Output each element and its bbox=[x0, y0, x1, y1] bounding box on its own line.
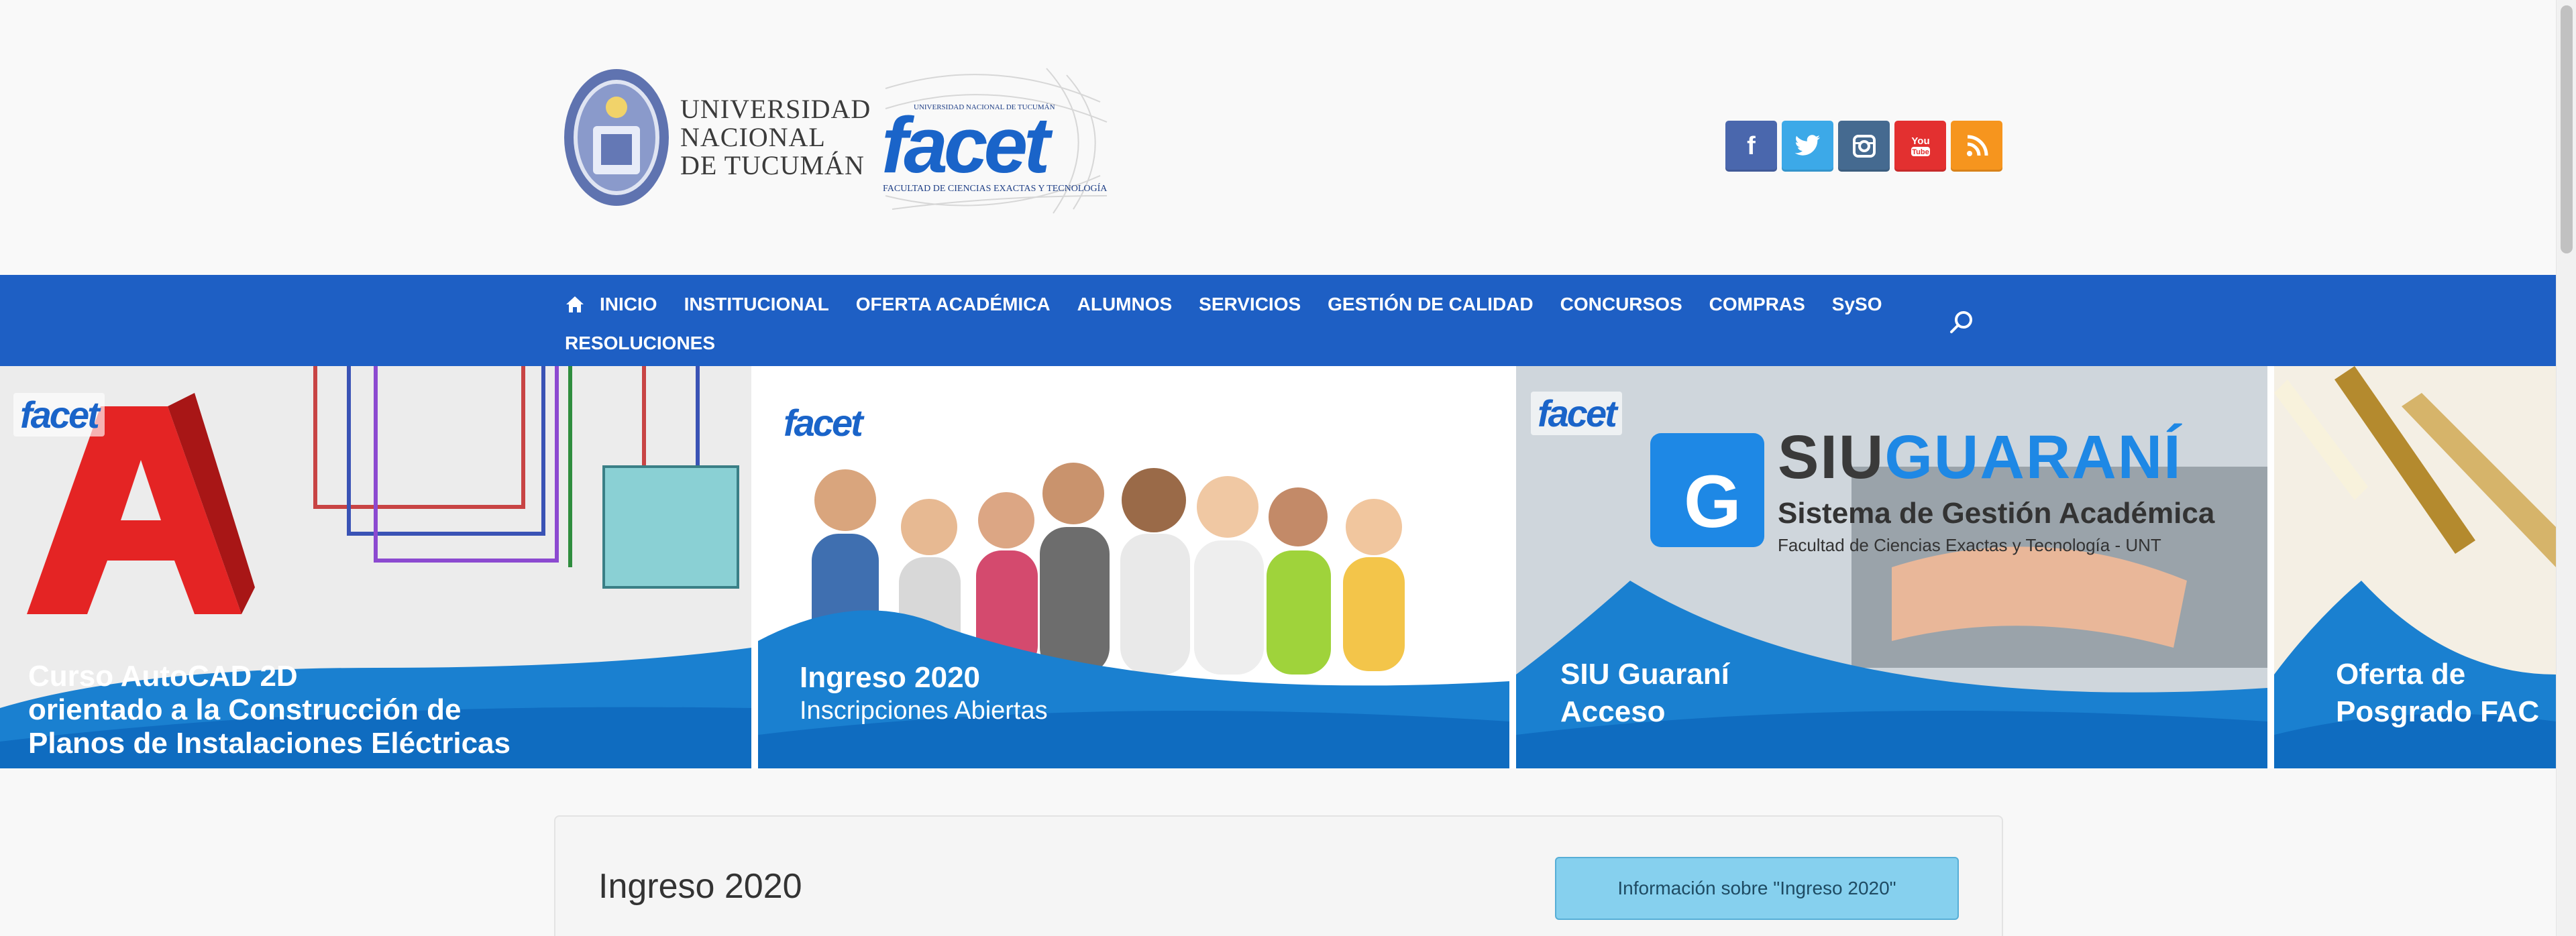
siu-brand-line: Facultad de Ciencias Exactas y Tecnologí… bbox=[1778, 535, 2161, 555]
nav-item-syso[interactable]: SySO bbox=[1832, 294, 1882, 315]
nav-item-resoluciones[interactable]: RESOLUCIONES bbox=[565, 333, 715, 354]
svg-text:G: G bbox=[1684, 461, 1741, 543]
nav-item-institucional[interactable]: INSTITUCIONAL bbox=[684, 294, 829, 315]
slide-caption: Oferta de Posgrado FAC bbox=[2336, 656, 2539, 731]
social-links: f You Tube bbox=[1725, 121, 2002, 172]
site-header: UNIVERSIDAD NACIONAL DE TUCUMÁN UNIVERSI… bbox=[0, 0, 2556, 275]
youtube-icon[interactable]: You Tube bbox=[1894, 121, 1946, 172]
carousel-slide[interactable]: G SIUGUARANÍ Sistema de Gestión Académic… bbox=[1516, 366, 2267, 768]
nav-item-compras[interactable]: COMPRAS bbox=[1709, 294, 1805, 315]
nav-item-inicio[interactable]: INICIO bbox=[600, 294, 657, 315]
slide-caption: Ingreso 2020 Inscripciones Abiertas bbox=[800, 661, 1048, 727]
nav-row: RESOLUCIONES bbox=[565, 330, 742, 357]
carousel-slide[interactable]: facet Curso AutoCAD 2D orientado a la Co… bbox=[0, 366, 751, 768]
slide-title: Ingreso 2020 bbox=[800, 661, 981, 694]
slide-caption-line: Acceso bbox=[1560, 695, 1666, 728]
brand-guarani: GUARANÍ bbox=[1884, 423, 2182, 491]
brand-siu: SIU bbox=[1778, 423, 1885, 491]
twitter-icon[interactable] bbox=[1782, 121, 1833, 172]
unt-logo[interactable]: UNIVERSIDAD NACIONAL DE TUCUMÁN bbox=[562, 67, 871, 208]
nav-item-servicios[interactable]: SERVICIOS bbox=[1199, 294, 1301, 315]
slide-caption-line: orientado a la Construcción de bbox=[28, 693, 462, 726]
nav-item-gestion-de-calidad[interactable]: GESTIÓN DE CALIDAD bbox=[1328, 294, 1533, 315]
siu-guarani-brand: SIUGUARANÍ bbox=[1778, 425, 2182, 489]
unt-name-line: NACIONAL bbox=[680, 122, 826, 152]
nav-item-oferta-academica[interactable]: OFERTA ACADÉMICA bbox=[856, 294, 1051, 315]
carousel-slide[interactable]: Oferta de Posgrado FAC bbox=[2274, 366, 2556, 768]
unt-name-line: UNIVERSIDAD bbox=[680, 94, 871, 124]
slide-caption: SIU Guaraní Acceso bbox=[1560, 656, 1729, 731]
ingreso-info-button[interactable]: Información sobre "Ingreso 2020" bbox=[1555, 857, 1959, 920]
slide-caption-line: Curso AutoCAD 2D bbox=[28, 660, 298, 693]
siu-brand-line: Sistema de Gestión Académica bbox=[1778, 497, 2215, 530]
scrollbar-thumb[interactable] bbox=[2561, 5, 2573, 253]
facet-wordmark: facet bbox=[881, 101, 1050, 190]
search-icon[interactable] bbox=[1948, 308, 1975, 335]
unt-name-line: DE TUCUMÁN bbox=[680, 150, 865, 180]
facebook-icon[interactable]: f bbox=[1725, 121, 1777, 172]
slide-caption-line: SIU Guaraní bbox=[1560, 658, 1729, 691]
carousel-slide[interactable]: facet Ingreso 2020 Inscripciones Abierta… bbox=[758, 366, 1509, 768]
slide-caption-line: Planos de Instalaciones Eléctricas bbox=[28, 727, 511, 760]
slide-facet-logo: facet bbox=[13, 393, 105, 436]
svg-text:You: You bbox=[1911, 135, 1929, 147]
slide-subtitle: Inscripciones Abiertas bbox=[800, 697, 1048, 725]
svg-text:Tube: Tube bbox=[1912, 148, 1929, 156]
slide-caption-line: Posgrado FAC bbox=[2336, 695, 2540, 728]
vertical-scrollbar[interactable] bbox=[2556, 0, 2576, 936]
instagram-icon[interactable] bbox=[1838, 121, 1890, 172]
slide-facet-logo: facet bbox=[1531, 392, 1622, 435]
nav-item-alumnos[interactable]: ALUMNOS bbox=[1077, 294, 1173, 315]
home-icon[interactable] bbox=[565, 295, 585, 314]
facet-logo[interactable]: UNIVERSIDAD NACIONAL DE TUCUMÁN facet FA… bbox=[879, 62, 1112, 215]
slide-caption: Curso AutoCAD 2D orientado a la Construc… bbox=[28, 660, 511, 760]
nav-row: INICIO INSTITUCIONAL OFERTA ACADÉMICA AL… bbox=[565, 284, 1909, 325]
image-carousel[interactable]: facet Curso AutoCAD 2D orientado a la Co… bbox=[0, 366, 2556, 768]
nav-item-concursos[interactable]: CONCURSOS bbox=[1560, 294, 1682, 315]
facet-subtitle: FACULTAD DE CIENCIAS EXACTAS Y TECNOLOGÍ… bbox=[883, 184, 1108, 194]
card-title: Ingreso 2020 bbox=[598, 867, 802, 906]
rss-icon[interactable] bbox=[1951, 121, 2002, 172]
slide-facet-logo: facet bbox=[777, 401, 868, 445]
slide-caption-line: Oferta de bbox=[2336, 658, 2466, 691]
main-navigation: INICIO INSTITUCIONAL OFERTA ACADÉMICA AL… bbox=[0, 275, 2556, 366]
unt-seal-icon bbox=[564, 69, 669, 206]
ingreso-info-card: Ingreso 2020 Información sobre "Ingreso … bbox=[554, 815, 2003, 936]
